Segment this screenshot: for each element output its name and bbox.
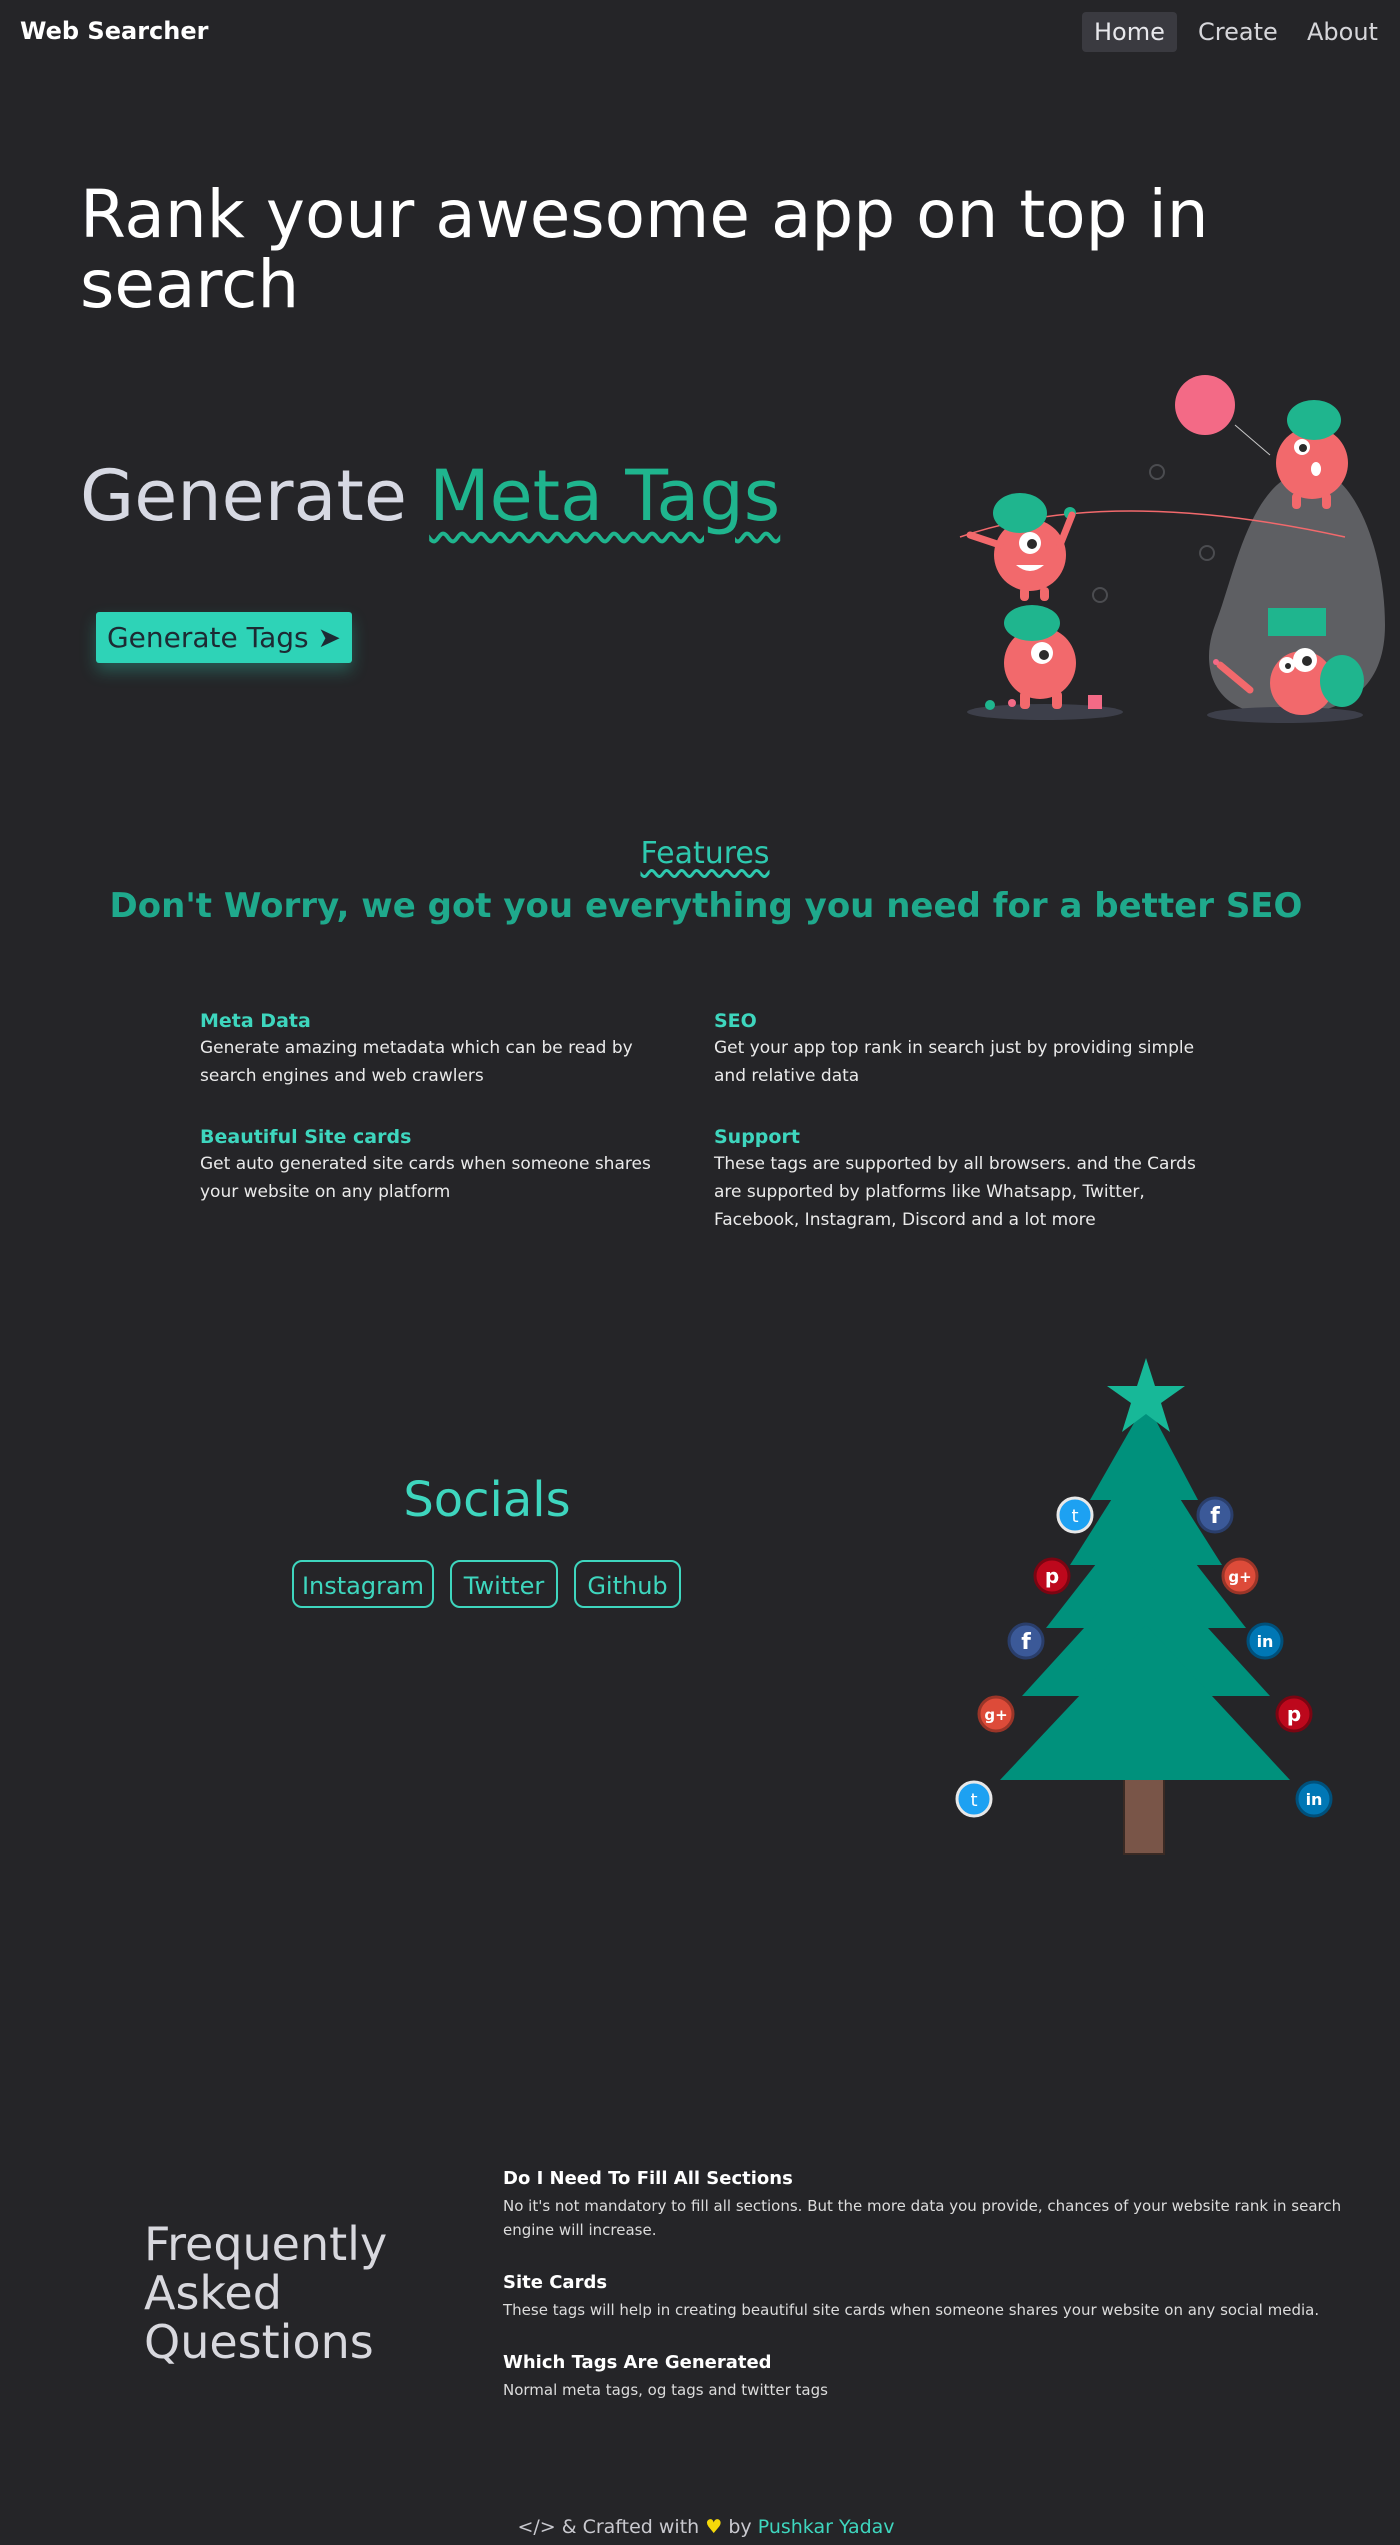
feature-site-cards: Beautiful Site cards Get auto generated …: [200, 1124, 690, 1206]
faq-answer: These tags will help in creating beautif…: [503, 2301, 1320, 2319]
pinterest-icon: p: [1275, 1695, 1313, 1733]
faq-answer: Normal meta tags, og tags and twitter ta…: [503, 2381, 828, 2399]
social-tree-illustration: t f p g+ f in g+ p t in: [955, 1358, 1333, 1855]
generate-tags-button[interactable]: Generate Tags ➤: [96, 612, 352, 663]
svg-text:f: f: [1021, 1630, 1031, 1655]
twitter-icon: t: [1056, 1496, 1094, 1534]
nav-home-link[interactable]: Home: [1082, 12, 1177, 52]
faq-title-line: Frequently: [144, 2217, 388, 2271]
feature-heading: Meta Data: [200, 1010, 311, 1032]
socials-title: Socials: [403, 1472, 571, 1528]
svg-text:in: in: [1306, 1790, 1323, 1809]
svg-text:p: p: [1287, 1702, 1301, 1726]
svg-text:t: t: [970, 1790, 977, 1811]
svg-text:p: p: [1045, 1564, 1059, 1588]
nav-create-link[interactable]: Create: [1186, 12, 1290, 52]
feature-meta-data: Meta Data Generate amazing metadata whic…: [200, 1008, 690, 1090]
faq-title: Frequently Asked Questions: [144, 2220, 444, 2367]
github-link[interactable]: Github: [574, 1560, 681, 1608]
heart-icon: ♥: [705, 2516, 723, 2538]
brand-logo[interactable]: Web Searcher: [20, 17, 208, 45]
faq-item: Do I Need To Fill All Sections No it's n…: [503, 2166, 1343, 2242]
generate-heading: Generate Meta Tags: [80, 455, 780, 537]
features-kicker: Features: [640, 836, 770, 871]
footer-prefix: </> & Crafted with: [517, 2516, 700, 2538]
generate-prefix: Generate: [80, 455, 407, 537]
faq-question: Do I Need To Fill All Sections: [503, 2168, 793, 2189]
hero-title: Rank your awesome app on top in search: [80, 176, 1209, 323]
generate-accent: Meta Tags: [429, 455, 781, 537]
googleplus-icon: g+: [977, 1695, 1015, 1733]
feature-text: Generate amazing metadata which can be r…: [200, 1038, 633, 1086]
facebook-icon: f: [1196, 1496, 1234, 1534]
svg-text:t: t: [1071, 1506, 1078, 1527]
feature-seo: SEO Get your app top rank in search just…: [714, 1008, 1204, 1090]
svg-text:g+: g+: [984, 1706, 1007, 1724]
faq-question: Which Tags Are Generated: [503, 2352, 772, 2373]
svg-text:in: in: [1257, 1632, 1274, 1651]
feature-text: Get your app top rank in search just by …: [714, 1038, 1195, 1086]
faq-question: Site Cards: [503, 2272, 608, 2293]
facebook-icon: f: [1007, 1622, 1045, 1660]
instagram-link[interactable]: Instagram: [292, 1560, 434, 1608]
googleplus-icon: g+: [1221, 1557, 1259, 1595]
footer: </> & Crafted with ♥ by Pushkar Yadav: [0, 2516, 1400, 2538]
author-link[interactable]: Pushkar Yadav: [758, 2516, 895, 2538]
twitter-link[interactable]: Twitter: [450, 1560, 558, 1608]
linkedin-icon: in: [1246, 1622, 1284, 1660]
faq-item: Site Cards These tags will help in creat…: [503, 2270, 1343, 2322]
twitter-icon: t: [955, 1780, 993, 1818]
feature-heading: SEO: [714, 1010, 757, 1032]
faq-title-line: Questions: [144, 2315, 374, 2369]
svg-text:g+: g+: [1228, 1568, 1251, 1586]
svg-text:f: f: [1210, 1504, 1220, 1529]
faq-item: Which Tags Are Generated Normal meta tag…: [503, 2350, 1343, 2402]
feature-text: Get auto generated site cards when someo…: [200, 1154, 651, 1202]
faq-title-line: Asked: [144, 2266, 282, 2320]
pinterest-icon: p: [1033, 1557, 1071, 1595]
faq-answer: No it's not mandatory to fill all sectio…: [503, 2197, 1342, 2239]
monsters-illustration: [959, 375, 1385, 723]
feature-support: Support These tags are supported by all …: [714, 1124, 1204, 1234]
navbar: Web Searcher Home Create About: [0, 0, 1400, 66]
features-title: Don't Worry, we got you everything you n…: [109, 886, 1303, 926]
feature-heading: Beautiful Site cards: [200, 1126, 412, 1148]
nav-about-link[interactable]: About: [1295, 12, 1390, 52]
feature-text: These tags are supported by all browsers…: [714, 1154, 1196, 1230]
footer-by: by: [728, 2516, 752, 2538]
feature-heading: Support: [714, 1126, 800, 1148]
linkedin-icon: in: [1295, 1780, 1333, 1818]
